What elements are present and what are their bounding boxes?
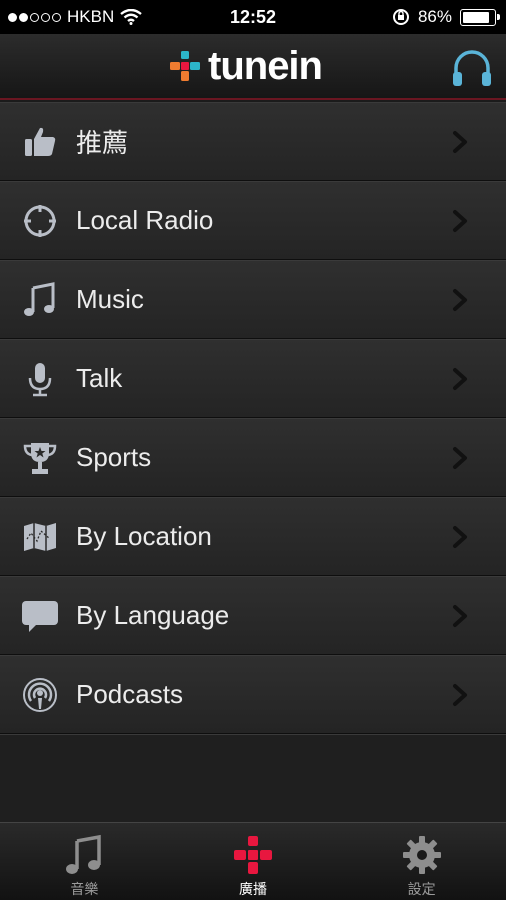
battery-level — [463, 11, 489, 23]
menu-item-label: Music — [76, 284, 144, 314]
logo-text: tunein — [208, 44, 323, 88]
menu-item-by-location[interactable]: By Location — [0, 497, 506, 576]
rotation-lock-icon — [392, 9, 409, 25]
tunein-logo: tunein — [168, 44, 323, 88]
menu-item-label: 推薦 — [76, 128, 129, 158]
map-icon — [20, 517, 60, 557]
tab-label: 設定 — [407, 881, 436, 897]
music-note-icon — [20, 280, 60, 320]
empty-list-area — [0, 734, 506, 822]
chevron-right-icon — [453, 684, 467, 706]
carrier-name: HKBN — [67, 7, 115, 26]
chevron-right-icon — [453, 210, 467, 232]
app-header: tunein — [0, 34, 506, 100]
menu-item-podcasts[interactable]: Podcasts — [0, 655, 506, 734]
menu-item-recommended[interactable]: 推薦 — [0, 102, 506, 181]
chevron-right-icon — [453, 368, 467, 390]
headphones-icon[interactable] — [450, 46, 494, 90]
battery-percent: 86% — [417, 7, 452, 26]
tab-label: 廣播 — [239, 881, 267, 897]
gear-icon — [402, 836, 441, 874]
tab-bar: 音樂 廣播 設定 — [0, 822, 506, 900]
menu-item-label: Talk — [76, 363, 123, 393]
music-note-icon — [66, 834, 102, 874]
menu-item-label: Local Radio — [76, 205, 214, 235]
signal-strength-icon — [8, 12, 61, 22]
tab-settings[interactable]: 設定 — [337, 823, 506, 900]
signal-dot — [52, 12, 61, 22]
menu-item-music[interactable]: Music — [0, 260, 506, 339]
chevron-right-icon — [453, 447, 467, 469]
chevron-right-icon — [453, 605, 467, 627]
menu-item-by-language[interactable]: By Language — [0, 576, 506, 655]
menu-item-label: By Location — [76, 521, 212, 551]
tab-radio[interactable]: 廣播 — [169, 823, 338, 900]
category-list: 推薦 Local Radio Music Talk Sports By Loca… — [0, 102, 506, 734]
signal-dot — [19, 12, 28, 22]
menu-item-local-radio[interactable]: Local Radio — [0, 181, 506, 260]
wifi-icon — [120, 9, 142, 25]
status-left: HKBN — [8, 0, 142, 34]
chevron-right-icon — [453, 526, 467, 548]
crosshair-icon — [20, 201, 60, 241]
menu-item-label: Sports — [76, 442, 152, 472]
battery-icon — [460, 8, 500, 26]
signal-dot — [30, 12, 39, 22]
menu-item-label: Podcasts — [76, 679, 183, 709]
tunein-plus-logo-icon — [170, 51, 200, 81]
signal-dot — [8, 12, 17, 22]
menu-item-sports[interactable]: Sports — [0, 418, 506, 497]
signal-dot — [41, 12, 50, 22]
tab-label: 音樂 — [70, 881, 99, 897]
speech-bubble-icon — [20, 596, 60, 636]
status-bar: HKBN 12:52 86% — [0, 0, 506, 34]
status-right: 86% — [392, 0, 500, 34]
menu-item-talk[interactable]: Talk — [0, 339, 506, 418]
tab-music[interactable]: 音樂 — [0, 823, 169, 900]
podcast-icon — [20, 675, 60, 715]
chevron-right-icon — [453, 289, 467, 311]
trophy-icon — [20, 438, 60, 478]
thumbs-up-icon — [20, 122, 60, 162]
tunein-plus-icon — [234, 836, 272, 874]
menu-item-label: By Language — [76, 600, 230, 630]
microphone-icon — [20, 359, 60, 399]
chevron-right-icon — [453, 131, 467, 153]
